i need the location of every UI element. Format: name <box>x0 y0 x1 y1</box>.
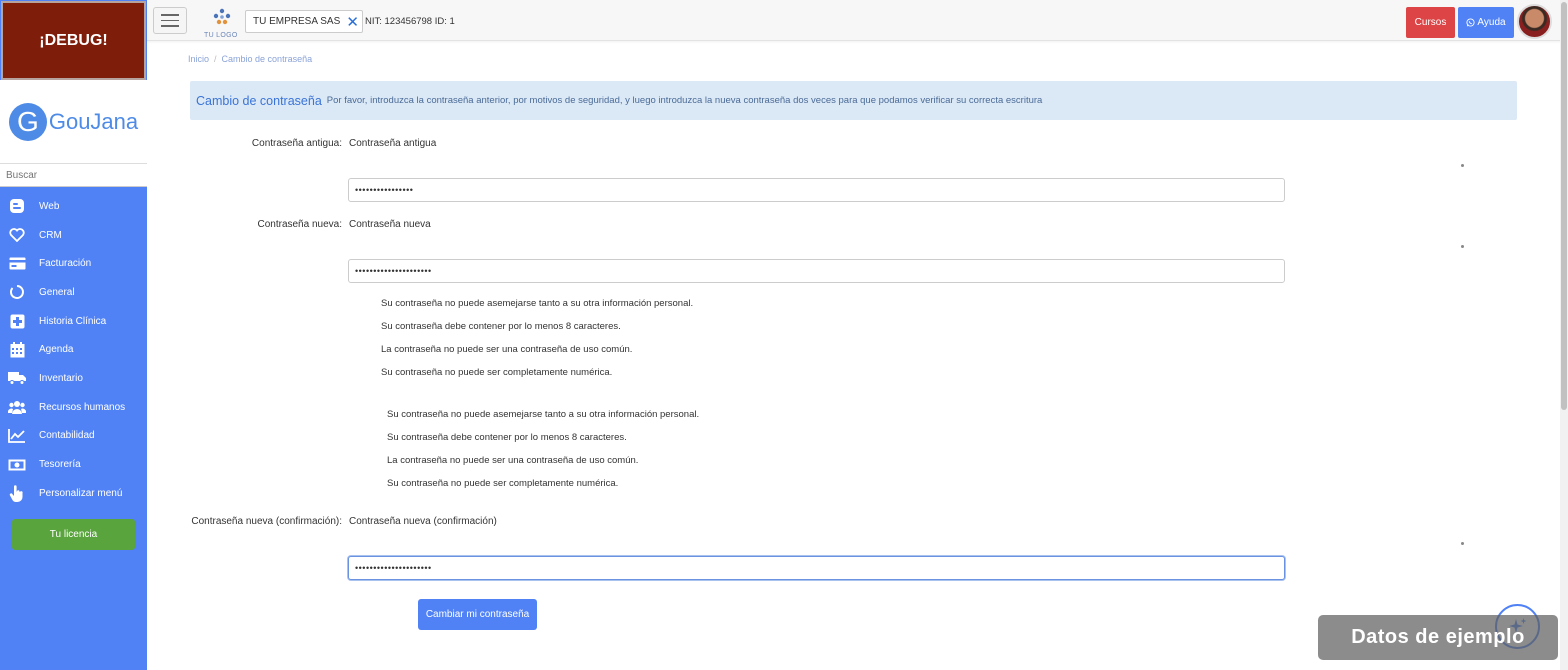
old-password-field[interactable] <box>348 178 1285 202</box>
help-text: Su contraseña no puede ser completamente… <box>381 367 613 378</box>
confirm-password-field[interactable] <box>348 556 1285 580</box>
sidebar-search <box>0 164 147 187</box>
blog-icon <box>8 198 26 214</box>
sidebar-item-label: Tesorería <box>39 459 81 471</box>
scrollbar-thumb[interactable] <box>1561 2 1567 410</box>
sidebar-item-label: Recursos humanos <box>39 401 126 413</box>
brand-mark: G <box>8 102 47 141</box>
confirm-password-title: Contraseña nueva (confirmación) <box>349 516 497 527</box>
required-mark <box>1461 164 1464 167</box>
brand-name: GouJana <box>48 108 139 134</box>
license-button[interactable]: Tu licencia <box>12 519 135 550</box>
hamburger-line <box>161 14 179 16</box>
help-text: Su contraseña debe contener por lo menos… <box>387 432 627 443</box>
sidebar: ¡DEBUG! G GouJana Web CRM Facturación Ge… <box>0 0 147 670</box>
breadcrumb-current[interactable]: Cambio de contraseña <box>222 54 313 64</box>
sidebar-item-label: Web <box>39 200 60 212</box>
chart-line-icon <box>8 428 26 444</box>
company-selector[interactable]: TU EMPRESA SAS ✕ <box>245 10 363 33</box>
sidebar-item-inventario[interactable]: Inventario <box>0 364 147 393</box>
sidebar-item-label: Historia Clínica <box>39 315 107 327</box>
menu-toggle-button[interactable] <box>153 7 187 34</box>
brand-logo[interactable]: G GouJana <box>0 80 147 164</box>
calendar-icon <box>8 341 26 358</box>
money-bill-icon <box>8 457 26 473</box>
whatsapp-icon <box>1466 18 1475 27</box>
sidebar-item-agenda[interactable]: Agenda <box>0 335 147 364</box>
hand-pointer-icon <box>8 484 26 502</box>
ayuda-label: Ayuda <box>1477 17 1506 28</box>
sidebar-item-label: Contabilidad <box>39 430 95 442</box>
truck-icon <box>8 370 26 386</box>
required-mark <box>1461 245 1464 248</box>
breadcrumb-separator: / <box>214 54 217 64</box>
help-text: Su contraseña debe contener por lo menos… <box>381 321 621 332</box>
company-logo[interactable]: TU LOGO <box>204 8 240 39</box>
company-logo-icon <box>213 8 231 25</box>
help-text: Su contraseña no puede asemejarse tanto … <box>381 298 694 309</box>
ayuda-button[interactable]: Ayuda <box>1458 7 1514 38</box>
debug-label: ¡DEBUG! <box>39 31 108 49</box>
page-scrollbar[interactable] <box>1560 0 1568 670</box>
new-password-label: Contraseña nueva: <box>257 219 342 230</box>
sidebar-item-web[interactable]: Web <box>0 192 147 221</box>
sidebar-item-label: General <box>39 286 75 298</box>
sidebar-item-tesoreria[interactable]: Tesorería <box>0 450 147 479</box>
search-input[interactable] <box>0 164 140 186</box>
sidebar-menu: Web CRM Facturación General Historia Clí… <box>0 192 147 508</box>
page-description: Por favor, introduzca la contraseña ante… <box>326 95 1043 106</box>
new-password-field[interactable] <box>348 259 1285 283</box>
old-password-title: Contraseña antigua <box>349 138 437 149</box>
sidebar-item-recursos-humanos[interactable]: Recursos humanos <box>0 393 147 422</box>
circle-notch-icon <box>8 284 26 300</box>
top-bar: TU LOGO TU EMPRESA SAS ✕ NIT: 123456798 … <box>147 0 1568 41</box>
required-mark <box>1461 542 1464 545</box>
sample-data-watermark: Datos de ejemplo <box>1318 615 1558 660</box>
company-nit: NIT: 123456798 ID: 1 <box>365 16 455 27</box>
info-alert: Cambio de contraseña Por favor, introduz… <box>190 81 1517 120</box>
help-text: La contraseña no puede ser una contraseñ… <box>387 455 639 466</box>
new-password-title: Contraseña nueva <box>349 219 431 230</box>
sidebar-item-label: Inventario <box>39 372 83 384</box>
sidebar-item-facturacion[interactable]: Facturación <box>0 249 147 278</box>
tu-logo-label: TU LOGO <box>204 32 238 39</box>
sidebar-item-crm[interactable]: CRM <box>0 221 147 250</box>
confirm-password-label: Contraseña nueva (confirmación): <box>191 516 342 527</box>
change-password-button[interactable]: Cambiar mi contraseña <box>418 599 537 630</box>
sidebar-item-label: CRM <box>39 229 62 241</box>
debug-banner: ¡DEBUG! <box>1 1 146 80</box>
breadcrumb-home[interactable]: Inicio <box>188 54 209 64</box>
sidebar-item-label: Agenda <box>39 344 74 356</box>
user-avatar[interactable] <box>1517 4 1552 39</box>
hamburger-line <box>161 25 179 27</box>
sidebar-item-label: Personalizar menú <box>39 487 123 499</box>
users-icon <box>8 399 26 415</box>
company-name: TU EMPRESA SAS <box>253 16 341 27</box>
sidebar-item-general[interactable]: General <box>0 278 147 307</box>
old-password-label: Contraseña antigua: <box>251 138 342 149</box>
close-icon[interactable]: ✕ <box>346 13 359 31</box>
help-text: Su contraseña no puede ser completamente… <box>387 478 619 489</box>
sidebar-item-historia-clinica[interactable]: Historia Clínica <box>0 307 147 336</box>
credit-card-icon <box>8 256 26 272</box>
sidebar-item-label: Facturación <box>39 258 92 270</box>
cursos-button[interactable]: Cursos <box>1406 7 1455 38</box>
help-text: La contraseña no puede ser una contraseñ… <box>381 344 633 355</box>
page-title: Cambio de contraseña <box>196 93 322 108</box>
sidebar-item-personalizar-menu[interactable]: Personalizar menú <box>0 479 147 508</box>
sidebar-item-contabilidad[interactable]: Contabilidad <box>0 422 147 451</box>
heart-icon <box>8 227 26 243</box>
breadcrumb: Inicio / Cambio de contraseña <box>188 54 312 64</box>
medical-plus-icon <box>8 313 26 329</box>
hamburger-line <box>161 19 179 22</box>
help-text: Su contraseña no puede asemejarse tanto … <box>387 409 700 420</box>
